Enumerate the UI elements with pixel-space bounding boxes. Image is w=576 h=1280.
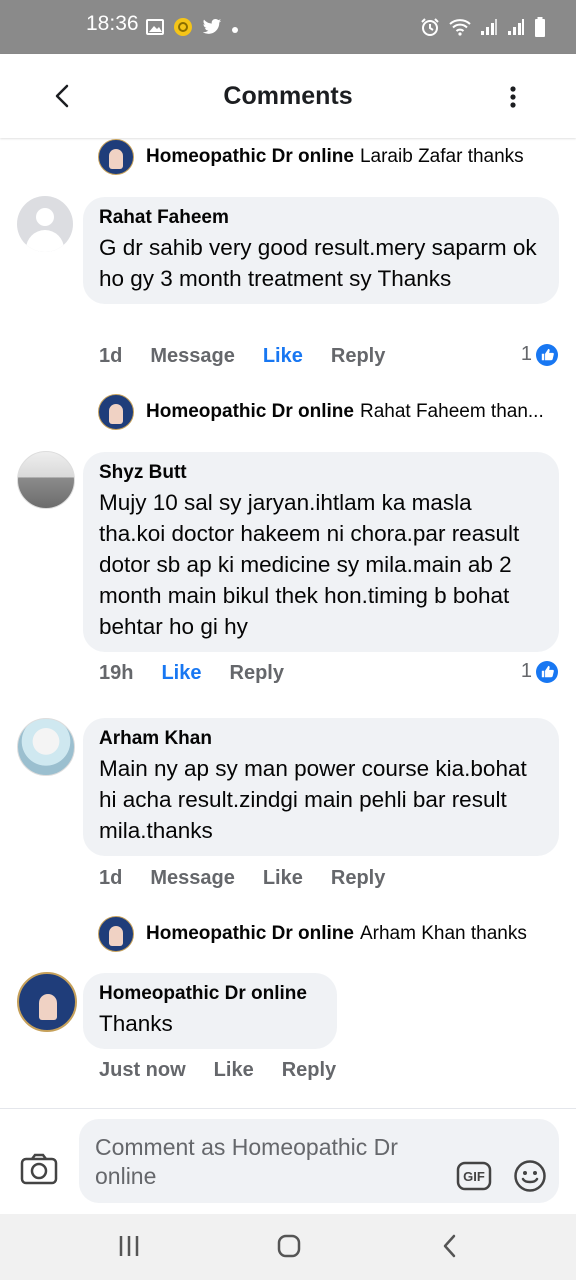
comment-actions: 1d Message Like Reply: [99, 345, 385, 368]
reply-text: Rahat Faheem than...: [359, 401, 544, 422]
avatar: [98, 916, 134, 952]
reply-author: Homeopathic Dr online: [146, 401, 354, 422]
twitter-icon: [202, 18, 222, 41]
reply-preview[interactable]: Homeopathic Dr online Rahat Faheem than.…: [98, 394, 544, 430]
back-nav-icon[interactable]: [440, 1234, 460, 1263]
reaction-count[interactable]: 1: [521, 660, 558, 683]
like-button[interactable]: Like: [161, 662, 201, 685]
reply-button[interactable]: Reply: [331, 345, 385, 368]
reply-author: Homeopathic Dr online: [146, 146, 354, 167]
dot-icon: [231, 21, 239, 39]
comment-time: 19h: [99, 662, 134, 684]
home-icon[interactable]: [277, 1234, 301, 1263]
comment-author[interactable]: Arham Khan: [99, 727, 543, 751]
reply-button[interactable]: Reply: [282, 1059, 336, 1082]
comment-input-placeholder[interactable]: Comment as Homeopathic Dr online: [95, 1133, 435, 1191]
comment-author[interactable]: Shyz Butt: [99, 461, 543, 485]
avatar[interactable]: [17, 451, 75, 509]
reaction-count[interactable]: 1: [521, 343, 558, 366]
page-title: Comments: [223, 82, 353, 110]
emoji-icon[interactable]: [513, 1159, 547, 1198]
notification-badge-icon: [173, 17, 193, 42]
reaction-count-value: 1: [520, 343, 532, 365]
battery-icon: [534, 17, 546, 42]
reply-button[interactable]: Reply: [331, 867, 385, 890]
reply-author: Homeopathic Dr online: [146, 923, 354, 944]
comment-author[interactable]: Rahat Faheem: [99, 206, 543, 230]
gallery-icon: [146, 18, 164, 41]
comment-bubble[interactable]: Rahat Faheem G dr sahib very good result…: [83, 197, 559, 304]
comment-text: Mujy 10 sal sy jaryan.ihtlam ka masla th…: [99, 490, 520, 639]
comment-actions: 1d Message Like Reply: [99, 867, 385, 890]
avatar[interactable]: [17, 972, 77, 1032]
comment-bubble[interactable]: Homeopathic Dr online Thanks: [83, 973, 337, 1049]
reply-button[interactable]: Reply: [230, 662, 284, 685]
status-bar: 18:36: [0, 0, 576, 54]
comment-actions: Just now Like Reply: [99, 1059, 336, 1082]
reply-preview[interactable]: Homeopathic Dr online Arham Khan thanks: [98, 916, 527, 952]
avatar[interactable]: [17, 196, 73, 252]
avatar: [98, 394, 134, 430]
comment-bubble[interactable]: Shyz Butt Mujy 10 sal sy jaryan.ihtlam k…: [83, 452, 559, 652]
comment-time: 1d: [99, 345, 123, 367]
comments-list: Homeopathic Dr online Laraib Zafar thank…: [0, 138, 576, 1108]
comment-bubble[interactable]: Arham Khan Main ny ap sy man power cours…: [83, 718, 559, 856]
gif-icon[interactable]: GIF: [456, 1161, 492, 1196]
message-button[interactable]: Message: [150, 345, 235, 368]
status-time: 18:36: [86, 12, 139, 35]
wifi-icon: [449, 18, 471, 41]
comment-text: Main ny ap sy man power course kia.bohat…: [99, 756, 527, 843]
like-button[interactable]: Like: [214, 1059, 254, 1082]
thumbs-up-icon: [536, 660, 558, 683]
app-header: Comments: [0, 54, 576, 138]
signal-icon: [507, 18, 525, 41]
reply-text: Arham Khan thanks: [359, 923, 527, 944]
system-nav-bar: [0, 1214, 576, 1280]
alarm-icon: [420, 17, 440, 42]
comment-time: Just now: [99, 1059, 186, 1081]
reply-text: Laraib Zafar thanks: [359, 146, 524, 167]
gif-label: GIF: [463, 1169, 485, 1184]
comment-text: G dr sahib very good result.mery saparm …: [99, 235, 537, 291]
message-button[interactable]: Message: [150, 867, 235, 890]
comment-actions: 19h Like Reply: [99, 662, 284, 685]
comment-text: Thanks: [99, 1011, 173, 1036]
reaction-count-value: 1: [520, 660, 532, 682]
comment-author[interactable]: Homeopathic Dr online: [99, 982, 321, 1006]
comment-composer-bar: Comment as Homeopathic Dr online GIF: [0, 1108, 576, 1215]
like-button[interactable]: Like: [263, 867, 303, 890]
signal-icon: [480, 18, 498, 41]
recent-apps-icon[interactable]: [117, 1234, 141, 1263]
comment-input[interactable]: Comment as Homeopathic Dr online GIF: [79, 1119, 559, 1203]
thumbs-up-icon: [536, 343, 558, 366]
camera-icon[interactable]: [20, 1153, 58, 1190]
avatar: [98, 139, 134, 175]
avatar[interactable]: [17, 718, 75, 776]
reply-preview[interactable]: Homeopathic Dr online Laraib Zafar thank…: [98, 139, 524, 175]
comment-time: 1d: [99, 867, 123, 889]
like-button[interactable]: Like: [263, 345, 303, 368]
more-options-icon[interactable]: [510, 86, 516, 113]
